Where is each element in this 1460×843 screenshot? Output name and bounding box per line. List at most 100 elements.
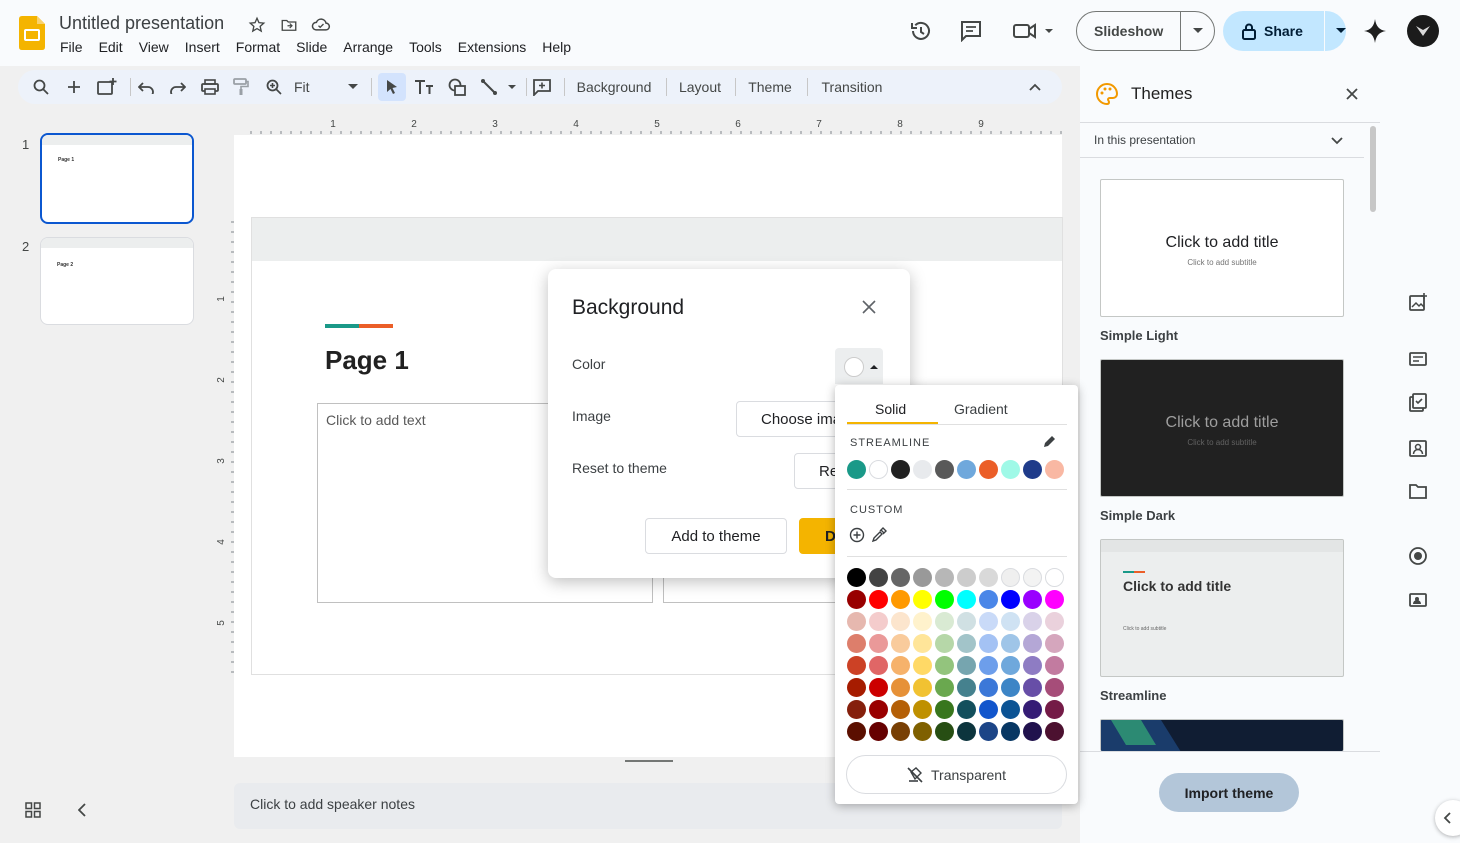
color-swatch[interactable] [957,568,976,587]
cloud-saved-icon[interactable] [311,15,331,33]
color-swatch[interactable] [913,612,932,631]
color-swatch[interactable] [979,656,998,675]
color-swatch[interactable] [847,700,866,719]
tab-solid[interactable]: Solid [875,401,906,417]
color-swatch[interactable] [935,568,954,587]
color-swatch[interactable] [979,722,998,741]
color-swatch[interactable] [957,722,976,741]
color-swatch[interactable] [891,634,910,653]
color-swatch[interactable] [1045,568,1064,587]
color-swatch[interactable] [935,678,954,697]
color-swatch[interactable] [1001,678,1020,697]
undo-icon[interactable] [135,70,157,104]
color-swatch[interactable] [869,612,888,631]
color-swatch[interactable] [891,722,910,741]
menu-edit[interactable]: Edit [89,38,129,56]
color-swatch[interactable] [935,656,954,675]
color-swatch[interactable] [1045,700,1064,719]
color-swatch[interactable] [979,700,998,719]
slide-thumbnail-2[interactable]: Page 2 [40,237,194,325]
color-swatch[interactable] [957,612,976,631]
color-swatch[interactable] [913,656,932,675]
add-to-theme-button[interactable]: Add to theme [645,518,787,554]
edit-theme-colors-icon[interactable] [1042,435,1056,449]
color-swatch[interactable] [847,612,866,631]
color-swatch[interactable] [847,634,866,653]
color-swatch[interactable] [869,678,888,697]
layout-button[interactable]: Layout [673,70,727,104]
color-swatch[interactable] [1001,590,1020,609]
text-box-icon[interactable] [413,70,435,104]
new-slide-icon[interactable] [63,70,85,104]
import-theme-button[interactable]: Import theme [1159,773,1299,812]
theme-color-swatch[interactable] [1045,460,1064,479]
theme-simple-light[interactable]: Click to add title Click to add subtitle [1100,179,1344,317]
color-swatch[interactable] [1023,634,1042,653]
color-swatch[interactable] [1045,722,1064,741]
slide-title[interactable]: Page 1 [325,345,409,376]
theme-color-swatch[interactable] [847,460,866,479]
add-custom-color-icon[interactable] [849,527,865,543]
theme-color-swatch[interactable] [935,460,954,479]
color-swatch[interactable] [1023,612,1042,631]
color-swatch[interactable] [869,722,888,741]
grid-view-icon[interactable] [25,802,41,818]
keep-notes-icon[interactable] [1408,350,1430,372]
theme-color-swatch[interactable] [979,460,998,479]
line-tool-icon[interactable] [478,70,518,104]
color-swatch[interactable] [979,568,998,587]
color-swatch[interactable] [891,678,910,697]
menu-format[interactable]: Format [226,38,286,56]
slides-logo-icon[interactable] [19,16,45,50]
menu-extensions[interactable]: Extensions [448,38,532,56]
color-swatch[interactable] [1045,634,1064,653]
zoom-select[interactable]: Fit [294,70,364,104]
color-swatch[interactable] [847,568,866,587]
select-tool-icon[interactable] [378,73,406,101]
color-swatch[interactable] [891,568,910,587]
color-swatch[interactable] [869,656,888,675]
move-folder-icon[interactable] [280,16,298,34]
color-swatch[interactable] [913,634,932,653]
theme-simple-dark[interactable]: Click to add title Click to add subtitle [1100,359,1344,497]
redo-icon[interactable] [167,70,189,104]
folder-icon[interactable] [1408,482,1430,504]
tab-gradient[interactable]: Gradient [954,401,1008,417]
menu-arrange[interactable]: Arrange [333,38,399,56]
theme-button[interactable]: Theme [742,70,798,104]
theme-color-swatch[interactable] [1023,460,1042,479]
eyedropper-icon[interactable] [871,527,887,543]
color-swatch[interactable] [1045,590,1064,609]
color-swatch[interactable] [869,568,888,587]
color-swatch[interactable] [1023,590,1042,609]
expand-side-panel-button[interactable] [1435,800,1460,836]
transition-button[interactable]: Transition [814,70,890,104]
color-swatch[interactable] [957,590,976,609]
zoom-icon[interactable] [263,70,285,104]
color-select-button[interactable] [835,348,883,384]
menu-help[interactable]: Help [532,38,577,56]
insert-image-icon[interactable] [1408,292,1430,314]
color-swatch[interactable] [935,722,954,741]
menu-tools[interactable]: Tools [399,38,448,56]
color-swatch[interactable] [957,656,976,675]
gemini-spark-icon[interactable] [1364,19,1386,43]
share-button[interactable]: Share [1223,11,1346,51]
color-swatch[interactable] [847,656,866,675]
color-swatch[interactable] [935,590,954,609]
theme-color-swatch[interactable] [957,460,976,479]
comments-icon[interactable] [959,20,983,42]
color-swatch[interactable] [1023,678,1042,697]
collapse-filmstrip-icon[interactable] [78,803,86,817]
meet-video-icon[interactable] [1013,22,1057,40]
theme-streamline[interactable]: Click to add title Click to add subtitle [1100,539,1344,677]
color-swatch[interactable] [1001,656,1020,675]
print-icon[interactable] [199,70,221,104]
color-swatch[interactable] [1001,722,1020,741]
avatar[interactable] [1407,15,1439,47]
menu-slide[interactable]: Slide [286,38,333,56]
record-icon[interactable] [1408,546,1430,568]
color-swatch[interactable] [1045,656,1064,675]
version-history-icon[interactable] [909,19,933,43]
color-swatch[interactable] [847,722,866,741]
